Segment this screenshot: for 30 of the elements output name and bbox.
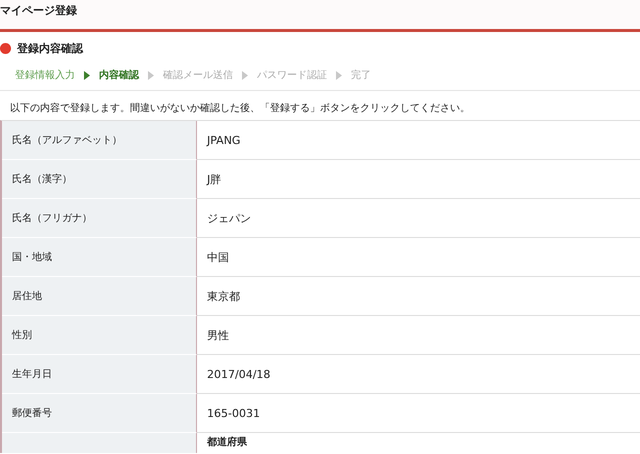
step-arrow-icon [336,70,342,80]
bullet-icon [0,42,11,54]
field-label: 居住地 [2,277,197,316]
field-label: 性別 [2,316,197,355]
field-label: 郵便番号 [2,394,197,433]
field-label: 生年月日 [2,355,197,394]
step-label: 登録情報入力 [15,68,75,82]
field-sublabel: 都道府県 [207,435,247,449]
field-value: JPANG [197,121,640,160]
field-value: ジェパン [197,199,640,238]
instruction-text: 以下の内容で登録します。間違いがないか確認した後、「登録する」ボタンをクリックしてください。 [9,102,471,116]
field-label: 氏名（アルファベット） [2,121,197,160]
step-arrow-icon [84,70,90,80]
section-title: 登録内容確認 [17,40,83,56]
step-label: 完了 [351,68,371,82]
field-value: 165-0031 [197,394,640,433]
field-value: 中国 [197,238,640,277]
step-label: 確認メール送信 [163,68,233,82]
field-value: J胖 [197,160,640,199]
field-label: 国・地域 [2,238,197,277]
field-value: 東京都 [197,277,640,316]
page-title: マイページ登録 [0,3,77,18]
field-value: 2017/04/18 [197,355,640,394]
step-label: 内容確認 [99,68,139,82]
field-value: 男性 [197,316,640,355]
step-arrow-icon [242,70,248,80]
field-label: 氏名（フリガナ） [2,199,197,238]
step-label: パスワード認証 [257,68,327,82]
field-label: 氏名（漢字） [2,160,197,199]
step-arrow-icon [148,70,154,80]
